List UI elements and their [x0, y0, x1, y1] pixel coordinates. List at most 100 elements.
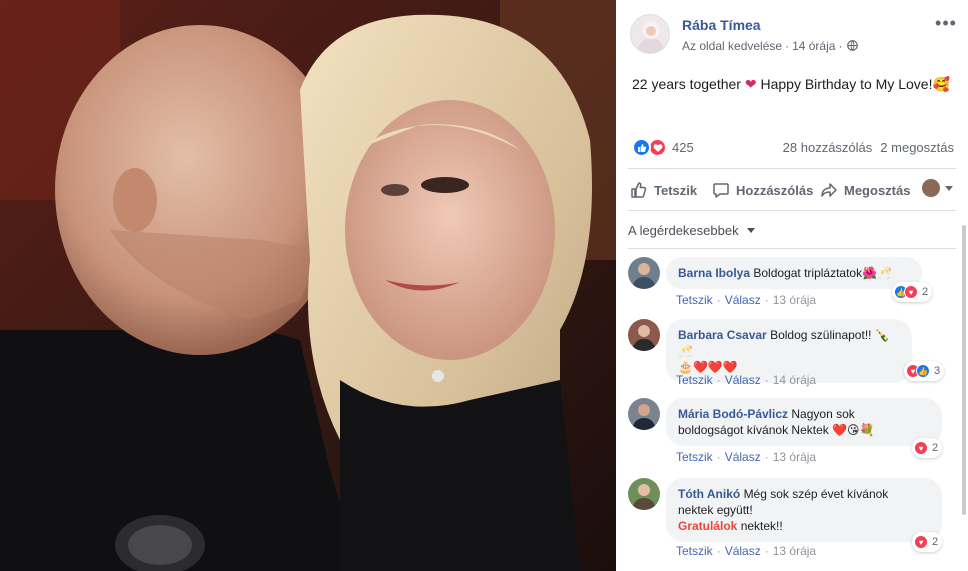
comment-time[interactable]: 13 órája — [773, 293, 816, 307]
comment-text: Még sok szép évet kívánok — [743, 487, 889, 501]
comment-reactions[interactable]: ♥ 2 — [912, 438, 943, 458]
share-label: Megosztás — [844, 182, 911, 198]
separator: · — [764, 544, 769, 558]
commenter-name-link[interactable]: Tóth Anikó — [678, 487, 740, 501]
scrollbar[interactable] — [962, 225, 966, 515]
post-header: Rába Tímea Az oldal kedvelése · 14 órája · … — [628, 12, 958, 58]
comment-like-link[interactable]: Tetszik — [676, 373, 713, 387]
commenter-avatar[interactable] — [628, 257, 660, 289]
gratulalok-link[interactable]: Gratulálok — [678, 519, 737, 533]
post-meta: Az oldal kedvelése · 14 órája · — [682, 39, 859, 53]
comment-time[interactable]: 14 órája — [773, 373, 816, 387]
comment-text: Boldogat tripláztatok — [753, 266, 863, 280]
like-page-link[interactable]: Az oldal kedvelése — [682, 39, 782, 53]
separator: · — [716, 450, 721, 464]
comment-bubble: Barna Ibolya Boldogat tripláztatok🌺🥂 — [666, 257, 922, 289]
comment-icon — [713, 183, 729, 198]
comment-reaction-count: 2 — [932, 442, 939, 454]
comment-reply-link[interactable]: Válasz — [725, 450, 761, 464]
comment-reply-link[interactable]: Válasz — [725, 373, 761, 387]
post-text-main: 22 years together — [632, 76, 741, 92]
divider — [628, 210, 956, 211]
comment-time[interactable]: 13 órája — [773, 450, 816, 464]
comment-text-line2: nektek együtt! — [678, 503, 753, 517]
comment-emoji: 🌺🥂 — [862, 266, 892, 280]
comment-reply-link[interactable]: Válasz — [725, 544, 761, 558]
comment-item: Tóth Anikó Még sok szép évet kívánok nek… — [628, 478, 958, 562]
separator: · — [716, 373, 721, 387]
comment-like-link[interactable]: Tetszik — [676, 293, 713, 307]
page-name-link[interactable]: Rába Tímea — [682, 17, 761, 33]
more-options-icon[interactable]: ••• — [934, 14, 958, 32]
engagement-counts: 28 hozzászólás 2 megosztás — [783, 140, 954, 155]
commenter-avatar[interactable] — [628, 478, 660, 510]
comment-item: Mária Bodó-Pávlicz Nagyon sok boldogságo… — [628, 398, 958, 464]
caret-down-icon — [945, 185, 953, 191]
photo-image — [0, 0, 616, 571]
viewer-avatar — [922, 179, 940, 197]
comment-bubble: Tóth Anikó Még sok szép évet kívánok nek… — [666, 478, 942, 542]
separator: · — [764, 373, 769, 387]
smiling-hearts-emoji: 🥰 — [932, 76, 950, 92]
comment-sort-dropdown[interactable]: A legérdekesebbek — [628, 223, 756, 238]
reaction-count[interactable]: 425 — [672, 140, 694, 155]
post-actions: Tetszik Hozzászólás Megosztás — [628, 176, 958, 204]
commenter-avatar[interactable] — [628, 398, 660, 430]
commenter-name-link[interactable]: Barbara Csavar — [678, 328, 767, 342]
sort-label: A legérdekesebbek — [628, 223, 739, 238]
comment-reactions[interactable]: 👍 ♥ 2 — [892, 282, 933, 302]
comment-actions: Tetszik · Válasz · 14 órája — [676, 373, 816, 387]
share-arrow-icon — [821, 183, 837, 197]
separator: · — [716, 293, 721, 307]
comment-actions: Tetszik · Válasz · 13 órája — [676, 450, 816, 464]
comment-like-link[interactable]: Tetszik — [676, 544, 713, 558]
comment-item: Barbara Csavar Boldog szülinapot!! 🍾🥂 🎂❤… — [628, 319, 958, 389]
meta-separator: · — [838, 39, 843, 53]
heart-emoji: ❤ — [744, 76, 757, 92]
caret-down-icon — [747, 228, 756, 233]
commenter-name-link[interactable]: Mária Bodó-Pávlicz — [678, 407, 788, 421]
comment-reactions[interactable]: ♥ 👍 3 — [904, 361, 945, 381]
commenter-avatar[interactable] — [628, 319, 660, 351]
like-reaction-icon — [632, 138, 651, 157]
comment-text-line3: nektek!! — [737, 519, 783, 533]
comment-actions: Tetszik · Válasz · 13 órája — [676, 544, 816, 558]
love-reaction-icon: ♥ — [904, 285, 918, 299]
post-text: 22 years together ❤ Happy Birthday to My… — [632, 76, 950, 93]
separator: · — [764, 450, 769, 464]
comment-label: Hozzászólás — [736, 182, 814, 198]
comment-like-link[interactable]: Tetszik — [676, 450, 713, 464]
comment-emoji-line: 🎂❤️❤️❤️ — [678, 360, 738, 374]
like-label: Tetszik — [654, 182, 698, 198]
like-reaction-icon: 👍 — [916, 364, 930, 378]
viewer-selector[interactable] — [922, 179, 953, 197]
separator: · — [716, 544, 721, 558]
comments-count-link[interactable]: 28 hozzászólás — [783, 140, 873, 155]
post-text-rest: Happy Birthday to My Love! — [760, 76, 933, 92]
comment-reaction-count: 3 — [934, 365, 941, 377]
comment-item: Barna Ibolya Boldogat tripláztatok🌺🥂 👍 ♥ 2… — [628, 257, 958, 307]
reaction-icons[interactable] — [632, 138, 668, 158]
love-reaction-icon: ♥ — [914, 441, 928, 455]
globe-icon — [847, 40, 859, 51]
page-avatar[interactable] — [630, 14, 670, 54]
post-time[interactable]: 14 órája — [792, 39, 835, 53]
meta-separator: · — [785, 39, 790, 53]
comment-reaction-count: 2 — [932, 536, 939, 548]
share-button[interactable]: Megosztás — [820, 181, 910, 199]
post-photo[interactable] — [0, 0, 616, 571]
commenter-name-link[interactable]: Barna Ibolya — [678, 266, 750, 280]
comment-reply-link[interactable]: Válasz — [725, 293, 761, 307]
shares-count-link[interactable]: 2 megosztás — [880, 140, 954, 155]
comment-time[interactable]: 13 órája — [773, 544, 816, 558]
divider — [628, 248, 956, 249]
post-panel: Rába Tímea Az oldal kedvelése · 14 órája · … — [616, 0, 968, 571]
comment-reactions[interactable]: ♥ 2 — [912, 532, 943, 552]
comment-bubble: Mária Bodó-Pávlicz Nagyon sok boldogságo… — [666, 398, 942, 446]
comment-reaction-count: 2 — [922, 286, 929, 298]
thumbs-up-icon — [631, 182, 647, 198]
divider — [628, 168, 956, 169]
like-button[interactable]: Tetszik — [630, 181, 697, 199]
comment-text: Nagyon sok — [791, 407, 855, 421]
comment-actions: Tetszik · Válasz · 13 órája — [676, 293, 816, 307]
